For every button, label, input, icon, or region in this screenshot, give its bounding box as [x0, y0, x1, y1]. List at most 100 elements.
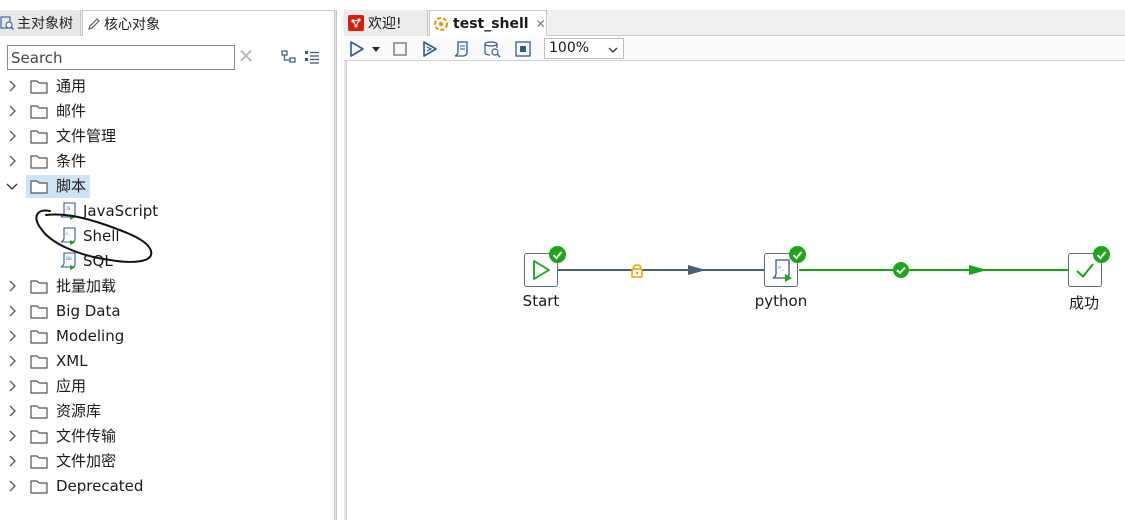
- folder-icon: [30, 78, 48, 94]
- tab-main-object-tree[interactable]: 主对象树: [0, 10, 81, 36]
- chevron-right-icon[interactable]: [5, 279, 19, 293]
- folder-icon: [30, 403, 48, 419]
- python-success-check-icon: [789, 246, 806, 263]
- job-entry-success-label: 成功: [1068, 294, 1099, 312]
- svg-text:>_: >_: [778, 265, 785, 271]
- editor-tab-bar: 欢迎! test_shell ✕: [344, 10, 1125, 36]
- tree-folder[interactable]: 应用: [0, 374, 334, 399]
- chevron-right-icon[interactable]: [5, 104, 19, 118]
- tree-folder-label: Deprecated: [56, 477, 144, 495]
- tree-folder[interactable]: 资源库: [0, 399, 334, 424]
- tree-search-icon: [0, 16, 14, 30]
- tree-folder[interactable]: Big Data: [0, 299, 334, 324]
- chevron-right-icon[interactable]: [5, 454, 19, 468]
- tab-test-shell-label: test_shell: [453, 15, 529, 32]
- collapse-all-icon[interactable]: [280, 48, 298, 66]
- chevron-right-icon[interactable]: [5, 304, 19, 318]
- chevron-right-icon[interactable]: [5, 479, 19, 493]
- tree-folder-label: 批量加载: [56, 277, 117, 295]
- folder-icon: [30, 428, 48, 444]
- run-icon[interactable]: [347, 39, 367, 59]
- script-icon[interactable]: [451, 39, 471, 59]
- chevron-right-icon[interactable]: [5, 329, 19, 343]
- tree-folder[interactable]: 文件管理: [0, 124, 334, 149]
- tree-folder[interactable]: 脚本: [0, 174, 334, 199]
- tree-folder-label: 通用: [56, 77, 87, 95]
- hop-success-check-icon: [893, 262, 909, 278]
- pencil-icon: [87, 17, 101, 31]
- left-panel: 主对象树 核心对象 ✕ 通用邮件文件管理条件脚本 JS JavaScript >_ Sh…: [0, 0, 336, 520]
- folder-icon: [30, 153, 48, 169]
- tree-folder-label: 文件管理: [56, 127, 117, 145]
- chevron-right-icon[interactable]: [5, 129, 19, 143]
- search-input[interactable]: [7, 45, 235, 70]
- tree-folder[interactable]: 通用: [0, 74, 334, 99]
- tab-core-objects-label: 核心对象: [104, 16, 160, 33]
- hop-arrow-python-success: [969, 265, 987, 275]
- job-editor: 欢迎! test_shell ✕ 100% Start >_ python 成功: [344, 10, 1125, 520]
- chevron-down-icon[interactable]: [5, 179, 19, 193]
- job-entry-python-label: python: [754, 292, 808, 310]
- tab-welcome[interactable]: 欢迎!: [344, 10, 428, 36]
- run-preview-icon[interactable]: [420, 39, 440, 59]
- folder-icon: [30, 103, 48, 119]
- stop-icon[interactable]: [390, 39, 410, 59]
- tab-test-shell[interactable]: test_shell ✕: [429, 10, 547, 36]
- tree-folder-label: 条件: [56, 152, 87, 170]
- tab-welcome-label: 欢迎!: [368, 16, 402, 32]
- close-tab-icon[interactable]: ✕: [536, 17, 546, 31]
- tree-folder-label: XML: [56, 352, 88, 370]
- hop-start-python[interactable]: [558, 269, 764, 271]
- tree-leaf-item[interactable]: JS JavaScript: [0, 199, 334, 224]
- chevron-right-icon[interactable]: [5, 404, 19, 418]
- svg-text:SQL: SQL: [66, 256, 74, 261]
- tree-folder[interactable]: 批量加载: [0, 274, 334, 299]
- svg-text:JS: JS: [66, 206, 71, 211]
- tree-folder[interactable]: 文件加密: [0, 449, 334, 474]
- search-row: ✕: [0, 40, 336, 74]
- fit-canvas-icon[interactable]: [513, 39, 533, 59]
- tree-folder-label: 邮件: [56, 102, 87, 120]
- success-node-check-icon: [1093, 246, 1110, 263]
- left-tab-bar: 主对象树 核心对象: [0, 10, 336, 36]
- tree-folder[interactable]: Deprecated: [0, 474, 334, 499]
- folder-icon: [30, 453, 48, 469]
- start-success-check-icon: [549, 246, 566, 263]
- job-canvas[interactable]: Start >_ python 成功: [344, 62, 1125, 520]
- hop-python-success[interactable]: [799, 269, 1069, 271]
- tree-folder[interactable]: 条件: [0, 149, 334, 174]
- tree-view-options-icon[interactable]: [303, 48, 321, 66]
- folder-icon: [30, 353, 48, 369]
- tree-folder[interactable]: XML: [0, 349, 334, 374]
- chevron-right-icon[interactable]: [5, 379, 19, 393]
- tree-folder-label: 脚本: [56, 177, 87, 195]
- folder-icon: [30, 478, 48, 494]
- tree-folder-label: 资源库: [56, 402, 102, 420]
- tree-folder[interactable]: 文件传输: [0, 424, 334, 449]
- tree-folder-label: 文件加密: [56, 452, 117, 470]
- chevron-right-icon[interactable]: [5, 354, 19, 368]
- left-panel-splitter[interactable]: [334, 10, 337, 520]
- tree-leaf-item[interactable]: >_ Shell: [0, 224, 334, 249]
- chevron-down-icon: [607, 43, 619, 55]
- run-dropdown-icon[interactable]: [370, 39, 382, 59]
- sql-search-icon[interactable]: [482, 39, 502, 59]
- job-toolbar: 100%: [344, 37, 1125, 61]
- tree-folder-label: 文件传输: [56, 427, 117, 445]
- tree-leaf-label: Shell: [83, 227, 120, 245]
- chevron-right-icon[interactable]: [5, 79, 19, 93]
- clear-search-icon[interactable]: ✕: [237, 46, 255, 66]
- hop-arrow-start-python: [688, 265, 706, 275]
- tree-folder[interactable]: Modeling: [0, 324, 334, 349]
- shell-script-icon: >_: [59, 227, 77, 246]
- tab-core-objects[interactable]: 核心对象: [82, 10, 336, 36]
- zoom-select[interactable]: 100%: [544, 38, 624, 59]
- tree-leaf-label: SQL: [83, 252, 113, 270]
- tree-leaf-label: JavaScript: [83, 202, 159, 220]
- chevron-right-icon[interactable]: [5, 154, 19, 168]
- tree-leaf-item[interactable]: SQL SQL: [0, 249, 334, 274]
- tab-main-object-tree-label: 主对象树: [17, 16, 73, 32]
- core-objects-tree: 通用邮件文件管理条件脚本 JS JavaScript >_ Shell SQL SQL 批量加…: [0, 74, 334, 499]
- chevron-right-icon[interactable]: [5, 429, 19, 443]
- tree-folder[interactable]: 邮件: [0, 99, 334, 124]
